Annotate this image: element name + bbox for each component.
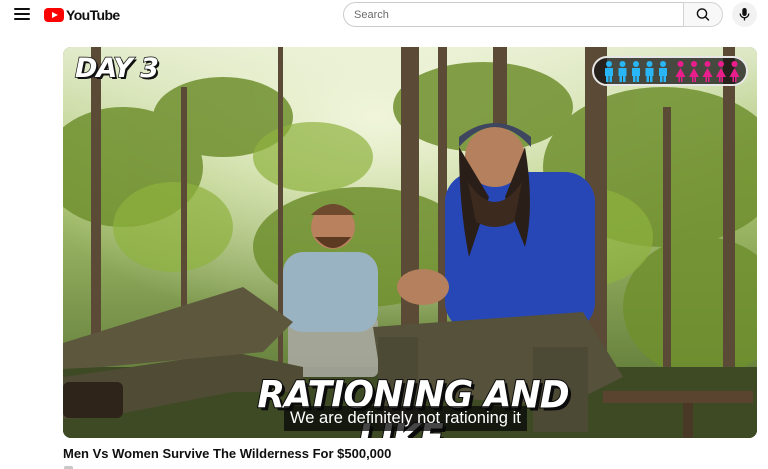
closed-caption-text: We are definitely not rationing it [284, 406, 527, 431]
woman-icon [689, 61, 699, 82]
search-input[interactable] [343, 2, 683, 27]
microphone-icon [739, 8, 750, 21]
search-icon [696, 8, 710, 21]
youtube-logo[interactable]: YouTube [44, 6, 120, 24]
top-bar: YouTube [0, 0, 768, 30]
contestant-tracker [592, 56, 748, 86]
man-icon [659, 61, 667, 82]
contestant-icons [605, 61, 740, 82]
man-icon [632, 61, 640, 82]
youtube-watch-page: YouTube Search DAY 3 RATIONING AND We ar… [0, 0, 768, 469]
video-player[interactable]: DAY 3 RATIONING AND LIKE.. We are defini… [63, 47, 757, 438]
logo-text: YouTube [66, 7, 120, 23]
man-icon [618, 61, 627, 82]
video-title: Men Vs Women Survive The Wilderness For … [63, 446, 392, 461]
woman-icon [675, 61, 686, 82]
hamburger-menu-icon[interactable] [14, 8, 30, 22]
voice-search-button[interactable] [732, 2, 757, 27]
woman-icon [716, 61, 726, 82]
day-overlay-label: DAY 3 [74, 52, 159, 84]
woman-icon [702, 61, 713, 82]
search-box [343, 2, 723, 27]
woman-icon [729, 61, 740, 82]
man-icon [605, 61, 613, 82]
youtube-play-icon [44, 8, 64, 22]
search-button[interactable] [683, 2, 723, 27]
man-icon [645, 61, 654, 82]
